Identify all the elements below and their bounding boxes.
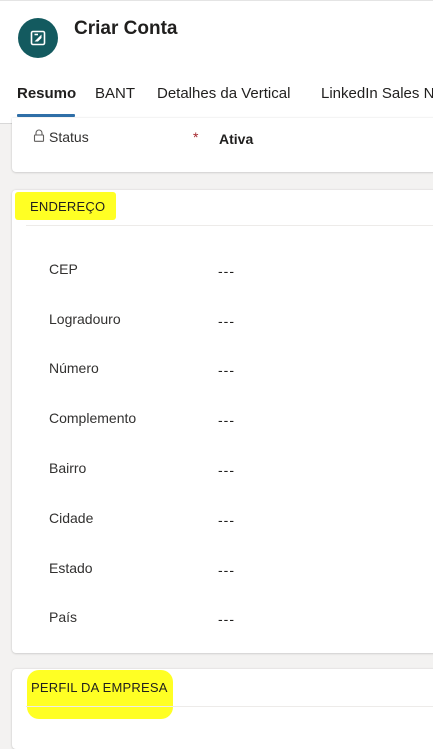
field-label-numero: Número <box>49 360 99 376</box>
tab-detalhes-da-vertical[interactable]: Detalhes da Vertical <box>157 82 290 116</box>
field-value-bairro[interactable]: --- <box>218 462 235 478</box>
field-label-cidade: Cidade <box>49 510 94 526</box>
required-indicator: * <box>193 129 199 145</box>
entity-record-icon-glyph <box>30 30 46 46</box>
address-section-title: ENDEREÇO <box>30 199 106 214</box>
page-title: Criar Conta <box>74 18 178 39</box>
field-value-pais[interactable]: --- <box>218 611 235 627</box>
field-value-complemento[interactable]: --- <box>218 412 235 428</box>
record-header: Criar Conta Resumo BANT Detalhes da Vert… <box>0 0 433 124</box>
section-divider <box>26 225 433 226</box>
field-label-pais: País <box>49 609 78 625</box>
tab-resumo[interactable]: Resumo <box>17 82 76 116</box>
field-label-estado: Estado <box>49 560 93 576</box>
status-value[interactable]: Ativa <box>219 131 253 147</box>
tab-bant[interactable]: BANT <box>95 82 135 116</box>
entity-record-icon <box>18 18 58 58</box>
field-value-logradouro[interactable]: --- <box>218 313 235 329</box>
field-value-cidade[interactable]: --- <box>218 512 235 528</box>
active-tab-indicator <box>17 114 75 117</box>
lock-icon <box>33 129 45 142</box>
section-divider <box>26 706 433 707</box>
tab-list: Resumo BANT Detalhes da Vertical LinkedI… <box>0 82 433 116</box>
top-border <box>0 0 433 1</box>
field-label-bairro: Bairro <box>49 460 87 476</box>
field-value-numero[interactable]: --- <box>218 362 235 378</box>
field-label-cep: CEP <box>49 261 78 277</box>
field-label-logradouro: Logradouro <box>49 311 121 327</box>
status-label: Status <box>49 129 89 145</box>
field-label-complemento: Complemento <box>49 410 137 426</box>
field-value-cep[interactable]: --- <box>218 263 235 279</box>
tab-linkedin-sales[interactable]: LinkedIn Sales N <box>321 82 433 116</box>
field-value-estado[interactable]: --- <box>218 562 235 578</box>
company-profile-section-title: PERFIL DA EMPRESA <box>31 680 168 695</box>
